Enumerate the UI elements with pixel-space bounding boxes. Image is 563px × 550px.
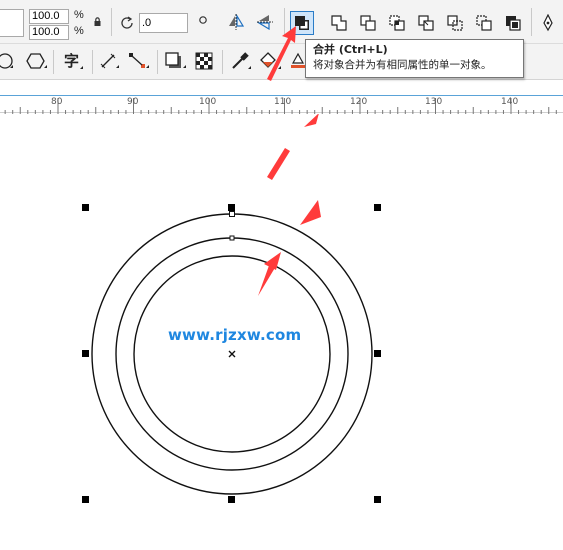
selection-handle[interactable] (82, 204, 89, 211)
ruler-label: 140 (501, 97, 519, 107)
weld-icon[interactable] (331, 15, 347, 31)
scale-x-input[interactable]: 100.0 (29, 9, 69, 24)
rotation-angle-input[interactable]: .0 (139, 13, 188, 33)
selection-handle[interactable] (228, 204, 235, 211)
size-field[interactable] (0, 9, 24, 37)
drop-shadow-tool-icon[interactable] (165, 52, 187, 70)
trim-icon[interactable] (360, 15, 376, 31)
ellipse-tool-icon[interactable] (0, 52, 14, 70)
scale-y-unit: % (74, 25, 84, 37)
node-handle[interactable] (229, 235, 235, 241)
separator (111, 8, 112, 36)
transparency-tool-icon[interactable] (195, 52, 213, 70)
red-arrow-annotation (300, 200, 321, 225)
horizontal-ruler[interactable]: 80 90 100 110 120 130 140 (0, 95, 563, 114)
combine-tooltip: 合并 (Ctrl+L) 将对象合并为有相同属性的单一对象。 (305, 39, 524, 78)
selection-handle[interactable] (82, 350, 89, 357)
selection-handle[interactable] (374, 496, 381, 503)
red-arrow-annotation (267, 148, 290, 180)
watermark-text: www.rjzxw.com (168, 326, 302, 344)
selection-handle[interactable] (374, 350, 381, 357)
node-handle[interactable] (229, 211, 235, 217)
red-arrow-to-combine (267, 26, 296, 81)
svg-text:字: 字 (64, 52, 79, 70)
center-mark-icon (228, 350, 236, 358)
ruler-label: 100 (199, 97, 217, 107)
create-boundary-icon[interactable] (505, 15, 521, 31)
mirror-horizontal-icon[interactable] (228, 14, 244, 30)
connector-tool-icon[interactable] (128, 52, 150, 70)
ruler-label: 120 (350, 97, 368, 107)
ruler-label: 130 (425, 97, 443, 107)
red-arrow-annotation (304, 114, 319, 127)
lock-ratio-icon[interactable] (93, 17, 102, 27)
text-tool-icon[interactable]: 字 (62, 50, 84, 72)
rotate-icon (118, 14, 136, 32)
selection-handle[interactable] (228, 496, 235, 503)
front-minus-back-icon[interactable] (447, 15, 463, 31)
corel-draw-window: 100.0 100.0 % % .0 字 合并 (Ctrl+L) 将对象合并为有… (0, 0, 563, 550)
tooltip-title: 合并 (Ctrl+L) (313, 43, 388, 56)
separator (531, 8, 532, 36)
separator (157, 50, 158, 74)
scale-x-unit: % (74, 9, 84, 21)
back-minus-front-icon[interactable] (476, 15, 492, 31)
selection-handle[interactable] (82, 496, 89, 503)
polygon-tool-icon[interactable] (26, 52, 48, 70)
selection-handle[interactable] (374, 204, 381, 211)
separator (92, 50, 93, 74)
separator (53, 50, 54, 74)
dimension-tool-icon[interactable] (100, 52, 120, 70)
tooltip-description: 将对象合并为有相同属性的单一对象。 (313, 59, 492, 71)
intersect-icon[interactable] (389, 15, 405, 31)
degree-icon (198, 15, 208, 25)
scale-y-input[interactable]: 100.0 (29, 25, 69, 40)
simplify-icon[interactable] (418, 15, 434, 31)
ruler-label: 110 (274, 97, 292, 107)
pen-nib-icon[interactable] (542, 14, 554, 32)
separator (222, 50, 223, 74)
ruler-label: 90 (127, 97, 139, 107)
ruler-label: 80 (51, 97, 63, 107)
eyedropper-tool-icon[interactable] (230, 51, 252, 71)
